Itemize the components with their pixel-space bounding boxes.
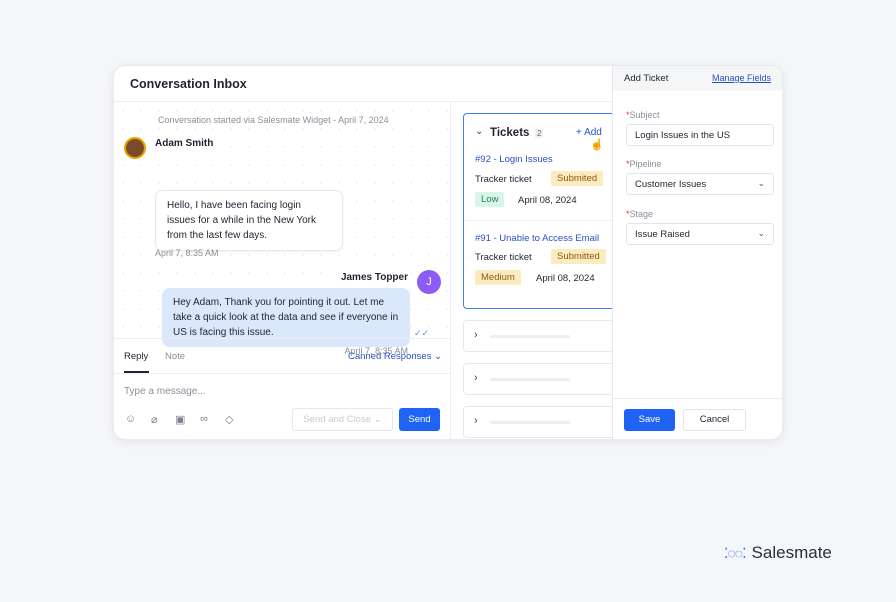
priority-badge: Medium	[475, 270, 521, 285]
chevron-down-icon[interactable]: ⌄	[475, 126, 483, 137]
canned-label: Canned Responses	[348, 351, 432, 362]
collapsed-section[interactable]: ›	[463, 363, 623, 395]
chevron-down-icon: ⌄	[757, 178, 765, 188]
select-value: Issue Raised	[635, 229, 690, 240]
collapsed-section[interactable]: ›	[463, 320, 623, 352]
send-close-label: Send and Close	[303, 414, 371, 425]
send-and-close-button[interactable]: Send and Close ⌄	[292, 408, 393, 431]
chevron-down-icon: ⌄	[434, 351, 443, 362]
sender-name: Adam Smith	[155, 138, 214, 149]
add-ticket-button[interactable]: + Add	[576, 127, 602, 138]
salesmate-logo-icon: ⁚◌◌⁚	[724, 544, 747, 561]
ticket-date: April 08, 2024	[518, 195, 577, 206]
message-time: April 7, 8:35 AM	[155, 248, 219, 258]
status-badge: Submitted	[551, 249, 606, 264]
ticket-link[interactable]: #92 - Login Issues	[475, 154, 553, 165]
panel-header: Add Ticket Manage Fields	[613, 66, 782, 91]
collapsed-section[interactable]: ›	[463, 406, 623, 438]
attachment-icon[interactable]: ⌀	[151, 413, 158, 426]
label-text: Pipeline	[629, 159, 662, 169]
brand-name: Salesmate	[751, 543, 832, 562]
ticket-icon[interactable]: ◇	[225, 413, 233, 426]
canned-responses-dropdown[interactable]: Canned Responses ⌄	[348, 351, 442, 362]
message-input[interactable]: Type a message...	[124, 386, 206, 397]
chevron-down-icon: ⌄	[757, 228, 765, 238]
tickets-title: Tickets	[490, 127, 530, 139]
subject-label: *Subject	[626, 110, 660, 120]
manage-fields-link[interactable]: Manage Fields	[712, 73, 771, 83]
panel-title: Add Ticket	[624, 73, 669, 84]
app-window: Conversation Inbox Conversation started …	[113, 65, 783, 440]
save-button[interactable]: Save	[624, 409, 675, 431]
conversation-start: Conversation started via Salesmate Widge…	[158, 115, 389, 125]
chevron-right-icon: ›	[474, 372, 478, 384]
header: Conversation Inbox	[114, 66, 612, 102]
status-badge: Submited	[551, 171, 604, 186]
avatar	[124, 137, 146, 159]
pipeline-label: *Pipeline	[626, 159, 662, 169]
add-label: Add	[584, 127, 602, 138]
tab-note[interactable]: Note	[165, 351, 185, 362]
ticket-type: Tracker ticket	[475, 174, 532, 185]
placeholder-line	[490, 378, 570, 381]
chat-area: Conversation started via Salesmate Widge…	[114, 102, 451, 356]
subject-input[interactable]: Login Issues in the US	[626, 124, 774, 146]
chevron-right-icon: ›	[474, 415, 478, 427]
brand-logo: ⁚◌◌⁚ Salesmate	[724, 543, 832, 563]
cancel-button[interactable]: Cancel	[683, 409, 746, 431]
tickets-count: 2	[535, 129, 544, 138]
ticket-type: Tracker ticket	[475, 252, 532, 263]
divider	[613, 398, 782, 399]
priority-badge: Low	[475, 192, 505, 207]
pipeline-select[interactable]: Customer Issues ⌄	[626, 173, 774, 195]
placeholder-line	[490, 335, 570, 338]
sender-name: James Topper	[340, 272, 408, 283]
cursor-hand-icon: ☝	[590, 139, 604, 151]
ticket-date: April 08, 2024	[536, 273, 595, 284]
stage-select[interactable]: Issue Raised ⌄	[626, 223, 774, 245]
ticket-link[interactable]: #91 - Unable to Access Email	[475, 233, 599, 244]
tickets-panel: ⌄ Tickets 2 + Add ☝ #92 - Login Issues T…	[451, 102, 624, 439]
stage-label: *Stage	[626, 209, 654, 219]
send-button[interactable]: Send	[399, 408, 440, 431]
image-icon[interactable]: ▣	[175, 413, 185, 426]
divider	[464, 220, 624, 221]
reply-box: Reply Note Canned Responses ⌄ Type a mes…	[114, 338, 451, 439]
label-text: Subject	[629, 110, 660, 120]
label-text: Stage	[629, 209, 654, 219]
select-value: Customer Issues	[635, 179, 707, 190]
link-icon[interactable]: ∞	[200, 413, 208, 425]
message-bubble: Hello, I have been facing login issues f…	[155, 190, 343, 251]
divider	[114, 373, 451, 374]
add-ticket-panel: Add Ticket Manage Fields *Subject Login …	[612, 66, 782, 439]
chevron-right-icon: ›	[474, 329, 478, 341]
placeholder-line	[490, 421, 570, 424]
tab-reply[interactable]: Reply	[124, 351, 148, 362]
tickets-card: ⌄ Tickets 2 + Add ☝ #92 - Login Issues T…	[463, 113, 624, 309]
avatar: J	[417, 270, 441, 294]
page-title: Conversation Inbox	[130, 77, 247, 91]
emoji-icon[interactable]: ☺	[125, 413, 136, 425]
